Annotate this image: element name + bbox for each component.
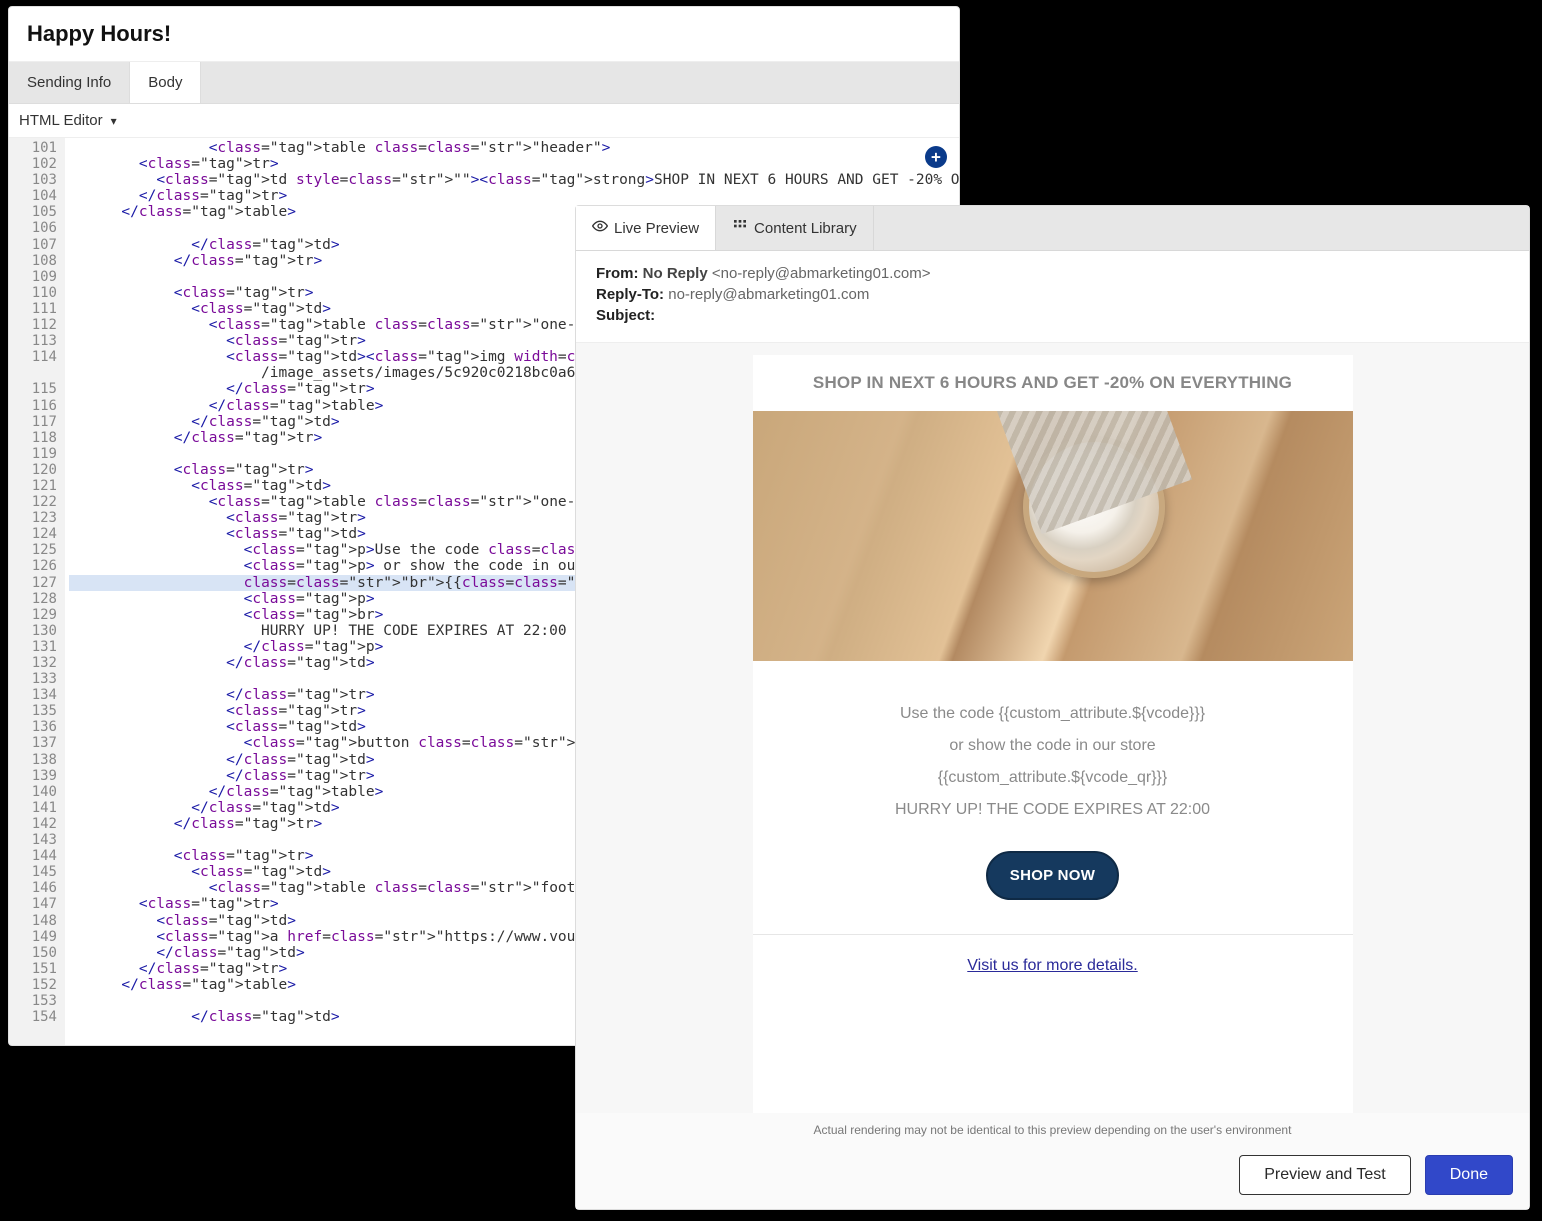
email-text-line: {{custom_attribute.${vcode_qr}}}: [773, 769, 1333, 787]
from-name: No Reply: [643, 265, 708, 282]
editor-mode-label: HTML Editor: [19, 112, 103, 129]
email-text-line: or show the code in our store: [773, 737, 1333, 755]
shop-now-button[interactable]: SHOP NOW: [986, 851, 1119, 900]
from-label: From:: [596, 265, 639, 282]
chevron-down-icon: ▾: [111, 114, 117, 128]
replyto-label: Reply-To:: [596, 286, 664, 303]
done-button[interactable]: Done: [1425, 1155, 1513, 1195]
preview-and-test-button[interactable]: Preview and Test: [1239, 1155, 1411, 1195]
line-gutter: 1011021031041051061071081091101111121131…: [9, 138, 65, 1046]
from-address: <no-reply@abmarketing01.com>: [712, 265, 931, 282]
tab-label: Content Library: [754, 220, 857, 237]
preview-footnote: Actual rendering may not be identical to…: [576, 1113, 1529, 1145]
add-icon[interactable]: +: [925, 146, 947, 168]
email-footer: Visit us for more details.: [753, 934, 1353, 997]
tab-body[interactable]: Body: [130, 62, 201, 103]
campaign-title: Happy Hours!: [9, 7, 959, 62]
eye-icon: [592, 218, 608, 238]
replyto-address: no-reply@abmarketing01.com: [668, 286, 869, 303]
footer-link[interactable]: Visit us for more details.: [967, 957, 1137, 974]
preview-actions: Preview and Test Done: [576, 1145, 1529, 1209]
tab-sending-info[interactable]: Sending Info: [9, 62, 130, 103]
editor-mode-dropdown[interactable]: HTML Editor ▾: [9, 104, 959, 138]
preview-tabs: Live Preview Content Library: [576, 206, 1529, 251]
preview-body: SHOP IN NEXT 6 HOURS AND GET -20% ON EVE…: [576, 343, 1529, 1113]
email-meta: From: No Reply <no-reply@abmarketing01.c…: [576, 251, 1529, 343]
subject-label: Subject:: [596, 307, 655, 324]
grid-icon: [732, 218, 748, 238]
email-headline: SHOP IN NEXT 6 HOURS AND GET -20% ON EVE…: [753, 355, 1353, 411]
email-hero-image: [753, 411, 1353, 661]
email-text-line: Use the code {{custom_attribute.${vcode}…: [773, 705, 1333, 723]
email-content: Use the code {{custom_attribute.${vcode}…: [753, 661, 1353, 934]
email-text-line: HURRY UP! THE CODE EXPIRES AT 22:00: [773, 801, 1333, 819]
preview-window: Live Preview Content Library From: No Re…: [575, 205, 1530, 1210]
tab-label: Live Preview: [614, 220, 699, 237]
editor-tabs: Sending Info Body: [9, 62, 959, 104]
tab-live-preview[interactable]: Live Preview: [576, 206, 716, 250]
tab-content-library[interactable]: Content Library: [716, 206, 874, 250]
email-card: SHOP IN NEXT 6 HOURS AND GET -20% ON EVE…: [753, 355, 1353, 1113]
